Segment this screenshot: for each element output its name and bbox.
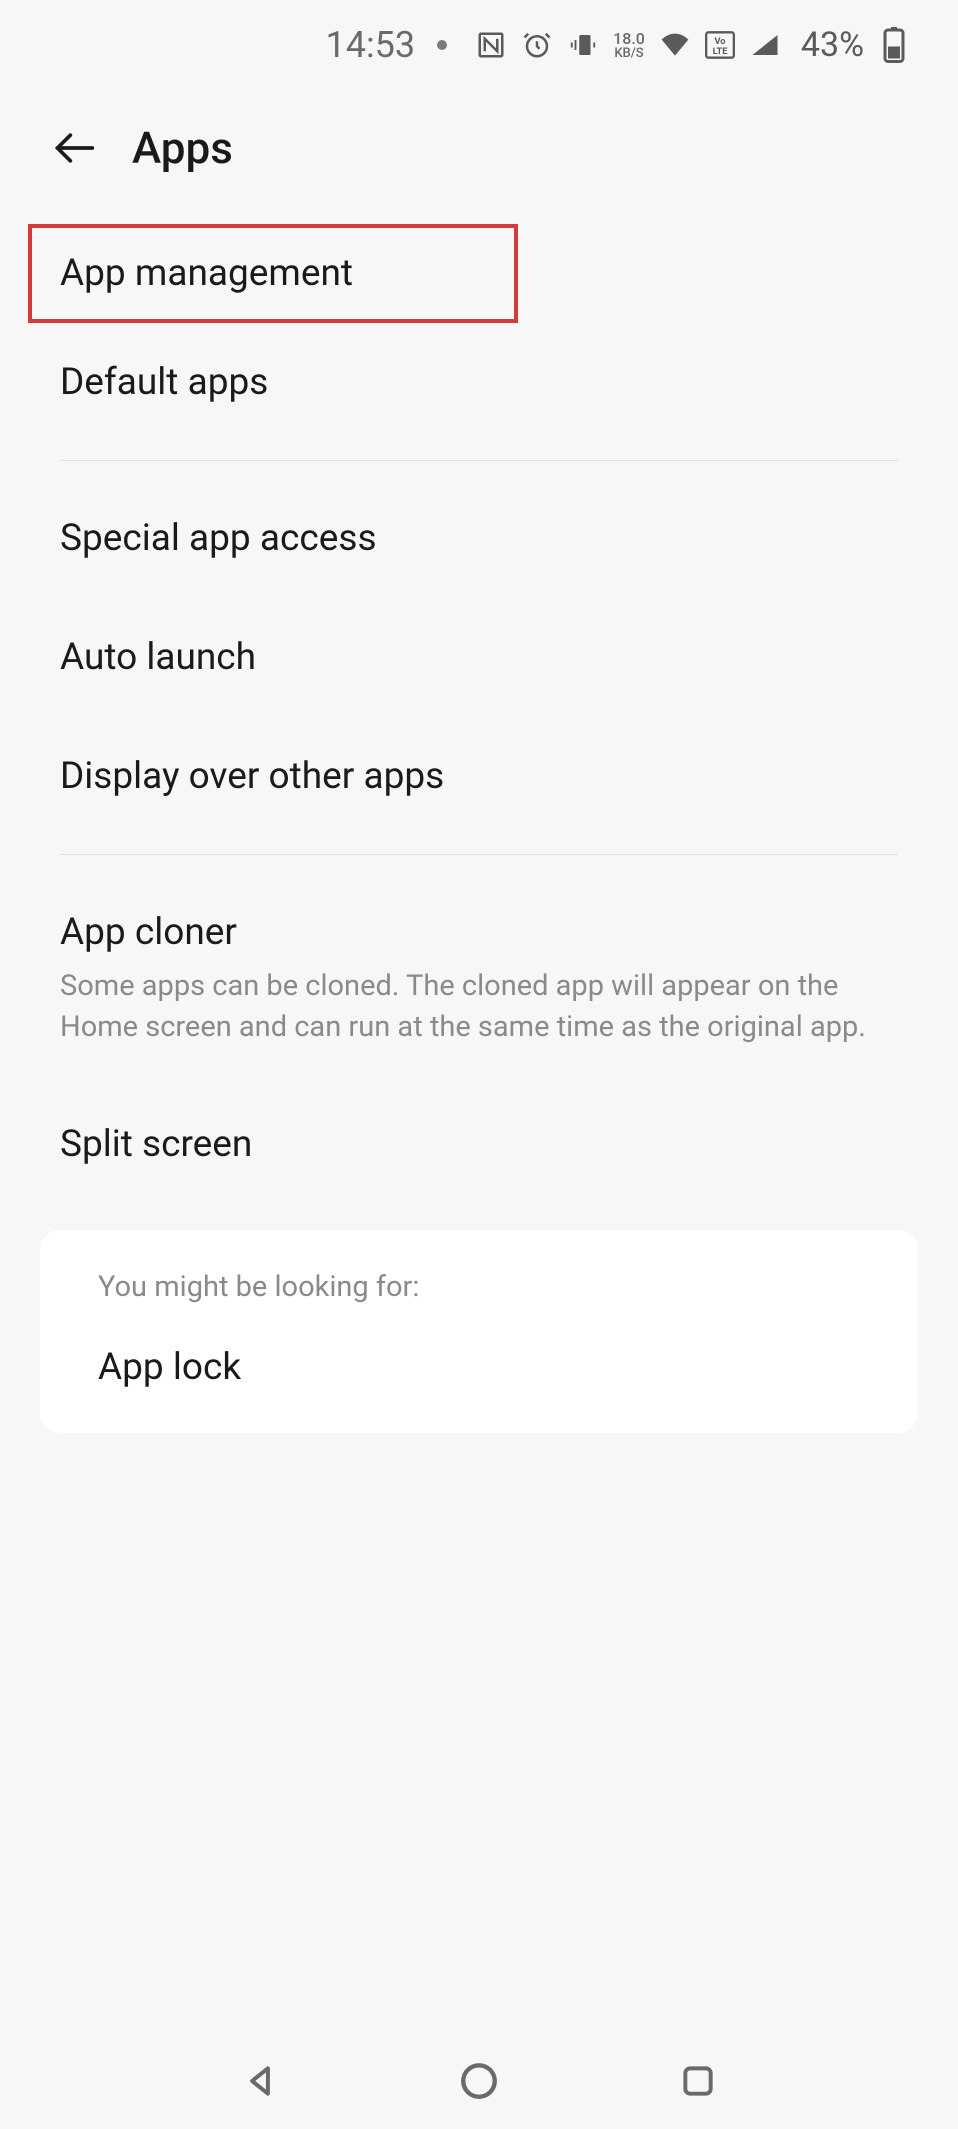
net-speed-value: 18.0	[613, 31, 645, 47]
net-speed-unit: KB/S	[614, 47, 643, 60]
menu-item-label: Display over other apps	[60, 755, 898, 798]
navigation-bar	[0, 2057, 958, 2105]
battery-percentage: 43%	[801, 25, 864, 65]
back-arrow-icon[interactable]	[52, 126, 96, 170]
alarm-icon	[521, 29, 553, 61]
divider	[60, 460, 898, 461]
status-time: 14:53	[325, 24, 415, 66]
header: Apps	[0, 66, 958, 204]
menu-item-label: Special app access	[60, 517, 898, 560]
svg-text:LTE: LTE	[712, 46, 727, 57]
suggestion-item-app-lock[interactable]: App lock	[98, 1346, 860, 1389]
nav-home-icon[interactable]	[455, 2057, 503, 2105]
nav-back-icon[interactable]	[236, 2057, 284, 2105]
menu-item-display-over-other-apps[interactable]: Display over other apps	[60, 717, 898, 836]
menu-item-label: App management	[60, 252, 514, 295]
menu-item-special-app-access[interactable]: Special app access	[60, 479, 898, 598]
signal-icon	[749, 29, 781, 61]
menu-item-label: Auto launch	[60, 636, 898, 679]
net-speed-indicator: 18.0 KB/S	[613, 31, 645, 60]
menu-item-app-management[interactable]: App management	[28, 224, 518, 323]
battery-icon	[878, 29, 910, 61]
nfc-icon	[475, 29, 507, 61]
menu-item-subtitle: Some apps can be cloned. The cloned app …	[60, 966, 898, 1047]
wifi-icon	[659, 29, 691, 61]
suggestion-header: You might be looking for:	[98, 1270, 860, 1304]
status-bar: 14:53 18.0 KB/S Vo LTE	[0, 0, 958, 66]
menu-item-split-screen[interactable]: Split screen	[60, 1085, 898, 1204]
menu-item-default-apps[interactable]: Default apps	[60, 323, 898, 442]
page-title: Apps	[132, 122, 233, 174]
menu-item-label: Default apps	[60, 361, 898, 404]
menu-item-label: App cloner	[60, 911, 898, 954]
nav-recents-icon[interactable]	[674, 2057, 722, 2105]
menu-item-app-cloner[interactable]: App cloner Some apps can be cloned. The …	[60, 873, 898, 1085]
vibrate-icon	[567, 29, 599, 61]
menu-item-auto-launch[interactable]: Auto launch	[60, 598, 898, 717]
suggestion-card: You might be looking for: App lock	[40, 1230, 918, 1433]
svg-text:Vo: Vo	[714, 36, 725, 47]
menu-item-label: Split screen	[60, 1123, 898, 1166]
divider	[60, 854, 898, 855]
status-dot	[437, 40, 447, 50]
volte-icon: Vo LTE	[705, 29, 735, 61]
